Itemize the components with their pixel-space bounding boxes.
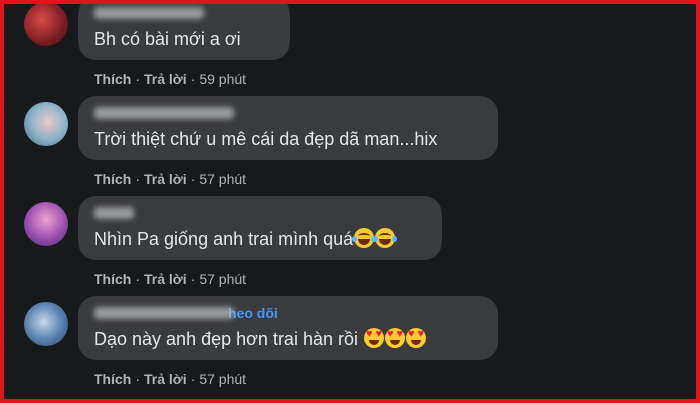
timestamp[interactable]: 59 phút xyxy=(199,71,246,87)
avatar[interactable] xyxy=(24,302,68,346)
heart-eyes-emoji-icon xyxy=(384,328,405,348)
comment-text: Nhìn Pa giống anh trai mình quá xyxy=(94,229,354,249)
avatar[interactable] xyxy=(24,2,68,46)
like-link[interactable]: Thích xyxy=(94,371,131,387)
separator: · xyxy=(190,371,196,387)
comment-bubble: Trời thiệt chứ u mê cái da đẹp dã man...… xyxy=(78,96,498,160)
comment-text-row: Dạo này anh đẹp hơn trai hàn rồi xyxy=(94,326,482,352)
separator: · xyxy=(135,371,141,387)
separator: · xyxy=(190,271,196,287)
comment-actions: Thích · Trả lời · 57 phút xyxy=(94,270,246,288)
comment-item: Trời thiệt chứ u mê cái da đẹp dã man...… xyxy=(24,96,684,192)
reply-link[interactable]: Trả lời xyxy=(144,371,187,387)
avatar[interactable] xyxy=(24,202,68,246)
laughing-emoji-icon xyxy=(352,228,377,248)
timestamp[interactable]: 57 phút xyxy=(199,271,246,287)
comment-item: heo dõi Dạo này anh đẹp hơn trai hàn rồi… xyxy=(24,296,684,392)
comment-item: Nhìn Pa giống anh trai mình quá Thích · … xyxy=(24,196,684,292)
reply-link[interactable]: Trả lời xyxy=(144,171,187,187)
comment-actions: Thích · Trả lời · 59 phút xyxy=(94,70,246,88)
comment-text: Dạo này anh đẹp hơn trai hàn rồi xyxy=(94,329,363,349)
laughing-emoji-icon xyxy=(373,228,398,248)
comment-bubble: heo dõi Dạo này anh đẹp hơn trai hàn rồi xyxy=(78,296,498,360)
heart-eyes-emoji-icon xyxy=(363,328,384,348)
author-name-blurred[interactable] xyxy=(94,104,482,122)
reply-link[interactable]: Trả lời xyxy=(144,271,187,287)
avatar[interactable] xyxy=(24,102,68,146)
author-name-blurred[interactable] xyxy=(94,307,234,319)
author-name-row: heo dõi xyxy=(94,304,482,322)
timestamp[interactable]: 57 phút xyxy=(199,171,246,187)
comment-bubble: Nhìn Pa giống anh trai mình quá xyxy=(78,196,442,260)
follow-link[interactable]: heo dõi xyxy=(228,305,278,321)
author-name-blurred[interactable] xyxy=(94,4,274,22)
like-link[interactable]: Thích xyxy=(94,271,131,287)
comment-actions: Thích · Trả lời · 57 phút xyxy=(94,370,246,388)
comment-text-row: Nhìn Pa giống anh trai mình quá xyxy=(94,226,426,252)
reply-link[interactable]: Trả lời xyxy=(144,71,187,87)
comment-actions: Thích · Trả lời · 57 phút xyxy=(94,170,246,188)
author-name-blurred[interactable] xyxy=(94,204,426,222)
like-link[interactable]: Thích xyxy=(94,171,131,187)
separator: · xyxy=(135,271,141,287)
comment-text: Bh có bài mới a ơi xyxy=(94,29,241,49)
separator: · xyxy=(190,171,196,187)
timestamp[interactable]: 57 phút xyxy=(199,371,246,387)
like-link[interactable]: Thích xyxy=(94,71,131,87)
separator: · xyxy=(135,171,141,187)
separator: · xyxy=(190,71,196,87)
comment-bubble: Bh có bài mới a ơi xyxy=(78,0,290,60)
comment-item: Bh có bài mới a ơi Thích · Trả lời · 59 … xyxy=(24,0,684,92)
comment-text: Trời thiệt chứ u mê cái da đẹp dã man...… xyxy=(94,129,438,149)
separator: · xyxy=(135,71,141,87)
heart-eyes-emoji-icon xyxy=(405,328,426,348)
